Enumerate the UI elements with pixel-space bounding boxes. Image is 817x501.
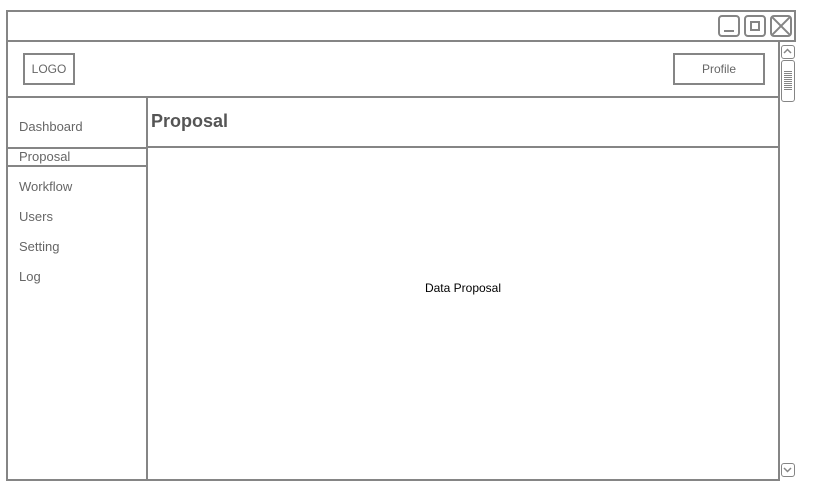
maximize-icon[interactable]	[744, 15, 766, 37]
chevron-up-icon[interactable]	[781, 45, 795, 59]
title-bar	[8, 12, 794, 42]
data-proposal-text: Data Proposal	[424, 281, 502, 295]
app-window: LOGO Profile Dashboard Proposal Workflow…	[6, 10, 796, 481]
sidebar-item-proposal[interactable]: Proposal	[8, 147, 146, 167]
app-header: LOGO Profile	[8, 42, 778, 98]
profile-button[interactable]: Profile	[673, 53, 765, 85]
content-header: Proposal	[148, 98, 778, 148]
page-title: Proposal	[151, 111, 229, 131]
sidebar-item-setting[interactable]: Setting	[8, 237, 146, 257]
vertical-scrollbar[interactable]	[778, 42, 796, 481]
sidebar-item-users[interactable]: Users	[8, 207, 146, 227]
sidebar-item-workflow[interactable]: Workflow	[8, 177, 146, 197]
chevron-down-icon[interactable]	[781, 463, 795, 477]
scrollbar-thumb[interactable]	[781, 60, 795, 102]
grip-icon	[784, 71, 792, 91]
sidebar-nav: Dashboard Proposal Workflow Users Settin…	[8, 98, 148, 481]
logo: LOGO	[23, 53, 75, 85]
sidebar-item-dashboard[interactable]: Dashboard	[8, 117, 146, 137]
minimize-icon[interactable]	[718, 15, 740, 37]
sidebar-item-log[interactable]: Log	[8, 267, 146, 287]
close-icon[interactable]	[770, 15, 792, 37]
content-area: Data Proposal	[148, 148, 778, 481]
